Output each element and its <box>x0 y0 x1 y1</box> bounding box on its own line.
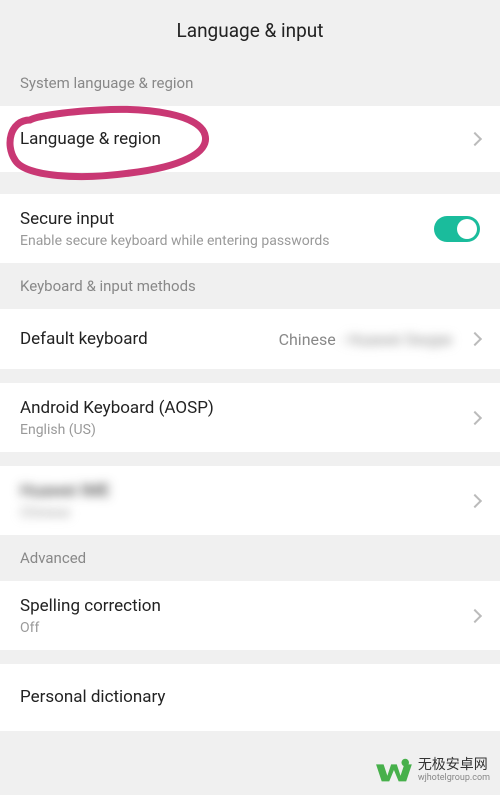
section-gap <box>0 369 500 383</box>
watermark: 无极安卓网 wjhotelgroup.com <box>374 755 490 787</box>
section-keyboard-methods: Keyboard & input methods <box>0 263 500 309</box>
blurred-keyboard-subtitle: Chinese <box>20 505 100 521</box>
section-advanced: Advanced <box>0 535 500 581</box>
chevron-right-icon <box>468 494 482 508</box>
page-header: Language & input <box>0 0 500 60</box>
spelling-subtitle: Off <box>20 620 462 636</box>
item-blurred-keyboard[interactable]: Huawei IME Chinese <box>0 466 500 535</box>
blurred-keyboard-label: Huawei IME <box>20 480 130 502</box>
item-secure-input[interactable]: Secure input Enable secure keyboard whil… <box>0 194 500 263</box>
chevron-right-icon <box>468 411 482 425</box>
aosp-keyboard-subtitle: English (US) <box>20 422 462 438</box>
secure-input-toggle[interactable] <box>434 216 480 242</box>
page-title: Language & input <box>177 19 324 42</box>
watermark-url-text: wjhotelgroup.com <box>418 774 490 784</box>
aosp-keyboard-label: Android Keyboard (AOSP) <box>20 397 462 419</box>
default-keyboard-label: Default keyboard <box>20 328 279 350</box>
dictionary-label: Personal dictionary <box>20 686 480 708</box>
chevron-right-icon <box>468 609 482 623</box>
item-aosp-keyboard[interactable]: Android Keyboard (AOSP) English (US) <box>0 383 500 452</box>
section-gap <box>0 650 500 664</box>
item-language-region[interactable]: Language & region <box>0 106 500 172</box>
section-system-language: System language & region <box>0 60 500 106</box>
section-gap <box>0 172 500 194</box>
spelling-label: Spelling correction <box>20 595 462 617</box>
language-region-label: Language & region <box>20 128 462 150</box>
chevron-right-icon <box>468 332 482 346</box>
watermark-cn-text: 无极安卓网 <box>418 758 490 773</box>
default-keyboard-value: Chinese - Huawei Swype <box>279 330 452 349</box>
secure-input-label: Secure input <box>20 208 434 230</box>
secure-input-subtitle: Enable secure keyboard while entering pa… <box>20 233 434 249</box>
section-gap <box>0 452 500 466</box>
item-personal-dictionary[interactable]: Personal dictionary <box>0 664 500 730</box>
item-default-keyboard[interactable]: Default keyboard Chinese - Huawei Swype <box>0 309 500 369</box>
chevron-right-icon <box>468 132 482 146</box>
watermark-logo-icon <box>374 755 412 787</box>
item-spelling-correction[interactable]: Spelling correction Off <box>0 581 500 650</box>
